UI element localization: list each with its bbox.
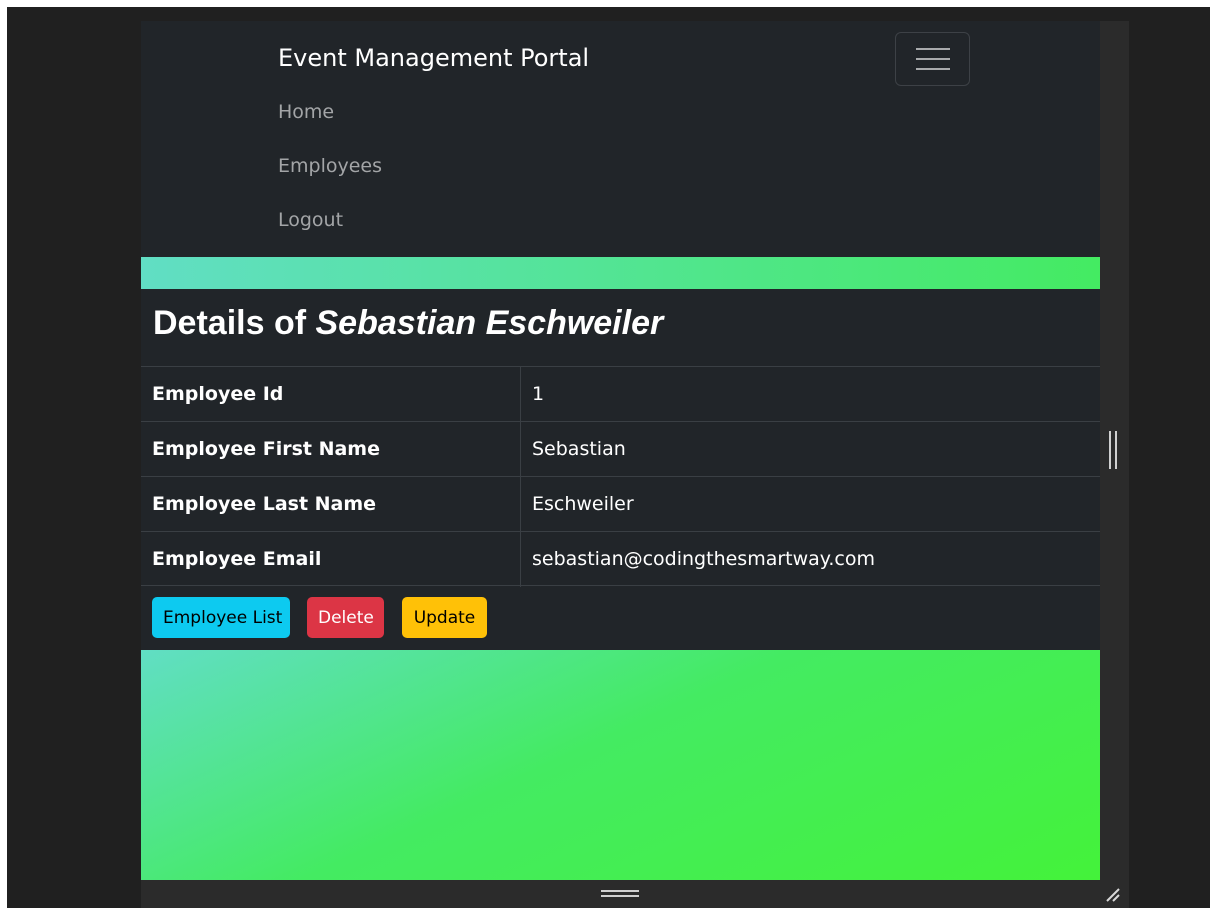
row-label: Employee Id <box>152 383 284 405</box>
row-value: Eschweiler <box>532 493 634 515</box>
row-value: sebastian@codingthesmartway.com <box>532 548 875 570</box>
nav-link-logout[interactable]: Logout <box>278 209 343 231</box>
page-viewport: Event Management Portal Home Employees L… <box>141 21 1100 880</box>
resize-handle-icon[interactable] <box>1101 883 1125 905</box>
hamburger-menu-icon-bar <box>916 58 950 60</box>
navbar: Event Management Portal Home Employees L… <box>141 21 1100 257</box>
vertical-scroll-grip-icon[interactable] <box>1109 431 1117 469</box>
table-row: Employee Email sebastian@codingthesmartw… <box>141 531 1100 587</box>
navbar-toggler-button[interactable] <box>895 32 970 86</box>
row-value: 1 <box>532 383 545 405</box>
row-label: Employee First Name <box>152 438 380 460</box>
table-bottom-border <box>141 585 1100 586</box>
table-row: Employee Id 1 <box>141 366 1100 422</box>
page-title-name: Sebastian Eschweiler <box>315 304 664 342</box>
cell-divider <box>520 532 521 587</box>
cell-divider <box>520 422 521 477</box>
row-label: Employee Last Name <box>152 493 377 515</box>
row-value: Sebastian <box>532 438 626 460</box>
nav-link-employees[interactable]: Employees <box>278 155 382 177</box>
delete-button[interactable]: Delete <box>307 597 384 638</box>
cell-divider <box>520 477 521 532</box>
table-row: Employee First Name Sebastian <box>141 421 1100 477</box>
row-label: Employee Email <box>152 548 322 570</box>
navbar-brand[interactable]: Event Management Portal <box>278 44 589 72</box>
cell-divider <box>520 367 521 422</box>
hamburger-menu-icon-bar <box>916 68 950 70</box>
page-title-prefix: Details of <box>153 304 307 342</box>
hamburger-menu-icon <box>916 48 950 50</box>
employee-list-button[interactable]: Employee List <box>152 597 290 638</box>
gradient-footer-panel <box>141 650 1100 880</box>
nav-link-home[interactable]: Home <box>278 101 334 123</box>
gradient-banner-strip <box>141 257 1100 289</box>
update-button[interactable]: Update <box>402 597 487 638</box>
browser-frame: Event Management Portal Home Employees L… <box>141 21 1129 908</box>
page-title: Details of Sebastian Eschweiler <box>153 304 663 343</box>
horizontal-scroll-grip-icon[interactable] <box>601 890 639 897</box>
table-row: Employee Last Name Eschweiler <box>141 476 1100 532</box>
